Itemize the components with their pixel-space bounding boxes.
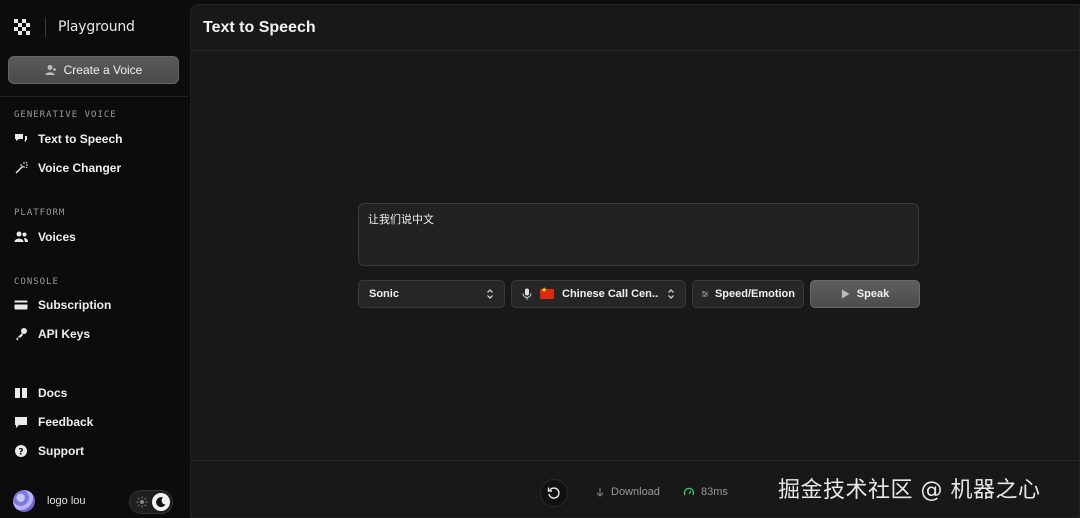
chat-icon <box>14 415 28 429</box>
voice-select[interactable]: Chinese Call Cen... <box>511 280 686 308</box>
sidebar-item-text-to-speech[interactable]: Text to Speech <box>14 130 122 148</box>
sidebar: Playground Create a Voice GENERATIVE VOI… <box>0 0 188 518</box>
reset-button[interactable] <box>540 479 568 507</box>
sidebar-item-label: Voice Changer <box>38 161 122 175</box>
voice-select-value: Chinese Call Cen... <box>562 288 659 300</box>
speak-button[interactable]: Speak <box>810 280 920 308</box>
download-button[interactable]: Download <box>595 486 660 498</box>
brand[interactable]: Playground <box>12 14 135 40</box>
sliders-icon <box>701 291 709 297</box>
user-profile[interactable]: logo lou <box>13 490 86 512</box>
sidebar-item-api-keys[interactable]: API Keys <box>14 325 90 343</box>
sidebar-item-voice-changer[interactable]: Voice Changer <box>14 159 121 177</box>
microphone-icon <box>522 288 532 300</box>
help-icon: ? <box>14 444 28 458</box>
create-voice-button[interactable]: Create a Voice <box>8 56 179 84</box>
section-label-platform: PLATFORM <box>14 208 66 218</box>
main-header: Text to Speech <box>191 5 1079 51</box>
gauge-icon <box>683 487 695 496</box>
sidebar-item-label: Docs <box>38 386 68 400</box>
chevron-updown-icon <box>668 289 674 299</box>
sidebar-item-docs[interactable]: Docs <box>14 384 67 402</box>
user-name: logo lou <box>47 495 86 507</box>
sidebar-item-subscription[interactable]: Subscription <box>14 296 111 314</box>
app-name: Playground <box>58 19 135 35</box>
magic-wand-icon <box>14 161 28 175</box>
speech-bubbles-icon <box>14 132 28 146</box>
model-select[interactable]: Sonic <box>358 280 505 308</box>
create-voice-label: Create a Voice <box>63 63 143 77</box>
theme-toggle[interactable] <box>129 490 173 514</box>
play-icon <box>841 289 850 299</box>
sidebar-item-label: Feedback <box>38 415 94 429</box>
speed-emotion-button[interactable]: Speed/Emotion <box>692 280 804 308</box>
download-icon <box>596 487 604 497</box>
section-label-generative-voice: GENERATIVE VOICE <box>14 110 117 120</box>
chevron-updown-icon <box>487 289 493 299</box>
add-user-icon <box>45 65 56 75</box>
key-icon <box>14 327 28 341</box>
sidebar-item-label: Support <box>38 444 84 458</box>
page-title: Text to Speech <box>203 19 316 36</box>
avatar <box>13 490 35 512</box>
sidebar-item-feedback[interactable]: Feedback <box>14 413 93 431</box>
sidebar-item-label: Subscription <box>38 298 112 312</box>
speak-label: Speak <box>856 288 890 300</box>
logo-icon <box>14 19 30 35</box>
refresh-icon <box>547 487 560 499</box>
sidebar-item-support[interactable]: ? Support <box>14 442 84 460</box>
watermark: 掘金技术社区 @ 机器之心 <box>778 478 1041 503</box>
sidebar-item-label: API Keys <box>38 327 91 341</box>
model-select-value: Sonic <box>369 288 399 300</box>
latency-indicator: 83ms <box>683 486 728 498</box>
svg-text:?: ? <box>18 448 23 458</box>
users-icon <box>14 230 28 244</box>
sidebar-item-label: Text to Speech <box>38 132 123 146</box>
credit-card-icon <box>14 298 28 312</box>
brand-divider <box>45 17 46 37</box>
china-flag-icon <box>540 286 554 299</box>
latency-value: 83ms <box>701 486 728 498</box>
book-icon <box>14 386 28 400</box>
sidebar-item-label: Voices <box>38 230 76 244</box>
sidebar-item-voices[interactable]: Voices <box>14 228 76 246</box>
speed-emotion-label: Speed/Emotion <box>714 288 795 300</box>
main-panel: Text to Speech 让我们说中文 Sonic Chinese Call… <box>190 4 1080 518</box>
sidebar-divider <box>0 96 188 97</box>
sun-icon <box>136 496 148 508</box>
text-input[interactable]: 让我们说中文 <box>358 203 919 266</box>
download-label: Download <box>611 486 660 498</box>
moon-icon <box>152 493 170 511</box>
section-label-console: CONSOLE <box>14 277 59 287</box>
